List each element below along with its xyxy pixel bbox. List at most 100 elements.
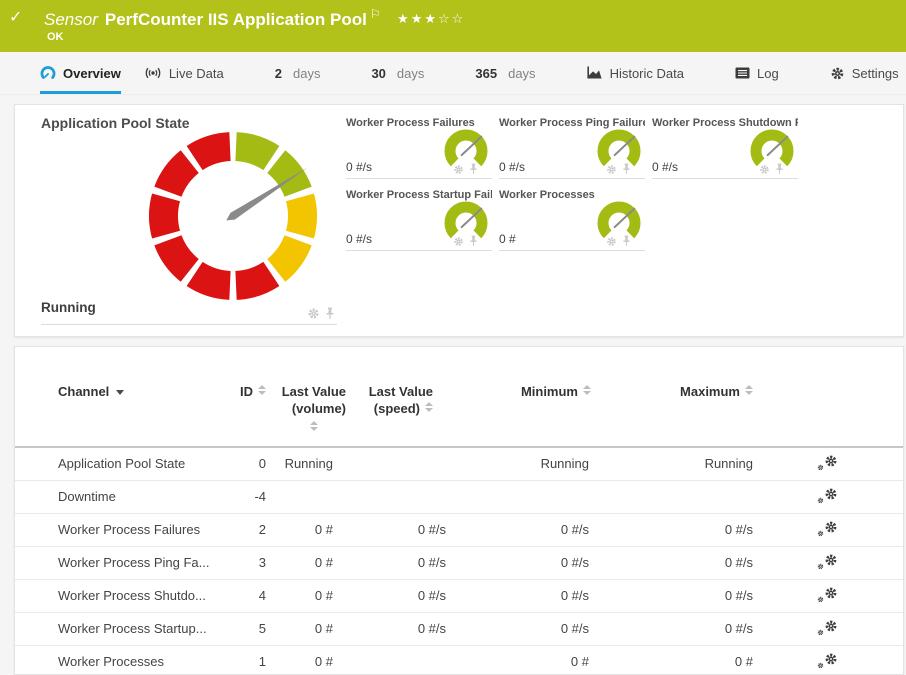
table-row: Worker Process Shutdo... 4 0 # 0 #/s 0 #… — [15, 579, 903, 612]
channel-settings-gears-icon[interactable] — [817, 454, 838, 471]
last-value-speed — [346, 645, 446, 675]
maximum-value: Running — [591, 447, 753, 480]
channel-pin-icon[interactable] — [469, 235, 478, 247]
col-header-last-value-speed[interactable]: Last Value (speed) — [346, 371, 446, 447]
flag-icon[interactable]: ⚐ — [370, 7, 381, 21]
minimum-value: Running — [446, 447, 591, 480]
channel-settings-gears-icon[interactable] — [817, 619, 838, 636]
stars-filled[interactable]: ★★★ — [397, 11, 438, 26]
tab-live-data[interactable]: Live Data — [144, 52, 224, 94]
priority-stars[interactable]: ★★★☆☆ — [397, 11, 465, 26]
channel-pin-icon[interactable] — [775, 163, 784, 175]
mini-value: 0 # — [499, 232, 516, 246]
channel-gear-icon[interactable] — [453, 164, 464, 175]
minimum-value: 0 #/s — [446, 546, 591, 579]
area-chart-icon — [587, 66, 603, 80]
gauges-panel: Application Pool State Running Worker Pr… — [14, 104, 904, 337]
channel-gear-icon[interactable] — [307, 307, 320, 320]
channel-id: 5 — [227, 612, 266, 645]
channel-name[interactable]: Downtime — [15, 480, 227, 513]
tab-365-days[interactable]: 365days — [475, 52, 535, 94]
primary-channel-value: Running — [41, 300, 96, 315]
maximum-value — [591, 480, 753, 513]
channel-settings-gears-icon[interactable] — [817, 586, 838, 603]
page-title: PerfCounter IIS Application Pool — [105, 10, 367, 29]
mini-value: 0 #/s — [346, 160, 372, 174]
last-value-volume: 0 # — [266, 546, 346, 579]
mini-panel-worker-process-shutdown-failures[interactable]: Worker Process Shutdown Fa... 0 #/s — [652, 117, 798, 179]
col-header-last-value-volume[interactable]: Last Value (volume) — [266, 371, 346, 447]
tab-30-days[interactable]: 30days — [371, 52, 424, 94]
minimum-value: 0 # — [446, 645, 591, 675]
maximum-value: 0 #/s — [591, 513, 753, 546]
minimum-value: 0 #/s — [446, 612, 591, 645]
sort-icon — [310, 421, 318, 431]
channel-name[interactable]: Worker Process Startup... — [15, 612, 227, 645]
col-header-id[interactable]: ID — [227, 371, 266, 447]
channel-name[interactable]: Worker Processes — [15, 645, 227, 675]
channel-pin-icon[interactable] — [622, 163, 631, 175]
tab-settings[interactable]: Settings — [830, 52, 899, 94]
channel-id: -4 — [227, 480, 266, 513]
minimum-value — [446, 480, 591, 513]
last-value-volume — [266, 480, 346, 513]
sort-icon — [425, 402, 433, 412]
channel-id: 4 — [227, 579, 266, 612]
channel-name[interactable]: Application Pool State — [15, 447, 227, 480]
status-badge: OK — [47, 31, 64, 43]
col-header-maximum[interactable]: Maximum — [591, 371, 753, 447]
sort-icon — [745, 385, 753, 395]
last-value-speed: 0 #/s — [346, 579, 446, 612]
last-value-speed — [346, 447, 446, 480]
mini-panel-worker-process-ping-failures[interactable]: Worker Process Ping Failures 0 #/s — [499, 117, 645, 179]
primary-channel-footer: Running — [41, 299, 337, 325]
gauge-icon — [40, 65, 56, 81]
minimum-value: 0 #/s — [446, 579, 591, 612]
table-row: Worker Process Failures 2 0 # 0 #/s 0 #/… — [15, 513, 903, 546]
stars-empty[interactable]: ☆☆ — [438, 11, 465, 26]
last-value-volume: 0 # — [266, 579, 346, 612]
mini-value: 0 #/s — [499, 160, 525, 174]
last-value-speed: 0 #/s — [346, 513, 446, 546]
col-header-actions — [753, 371, 903, 447]
status-ok-check-icon: ✓ — [9, 7, 22, 27]
sort-icon — [258, 385, 266, 395]
sort-icon — [583, 385, 591, 395]
tab-bar: Overview Live Data 2days 30days 365days … — [0, 52, 906, 95]
channel-gear-icon[interactable] — [759, 164, 770, 175]
mini-panel-worker-processes[interactable]: Worker Processes 0 # — [499, 189, 645, 251]
channel-settings-gears-icon[interactable] — [817, 487, 838, 504]
channel-gear-icon[interactable] — [453, 236, 464, 247]
application-pool-state-gauge[interactable] — [143, 126, 323, 306]
mini-panel-worker-process-startup-failures[interactable]: Worker Process Startup Failu... 0 #/s — [346, 189, 492, 251]
sensor-kind-label: Sensor — [44, 10, 98, 29]
channel-gear-icon[interactable] — [606, 164, 617, 175]
channel-pin-icon[interactable] — [622, 235, 631, 247]
channel-id: 0 — [227, 447, 266, 480]
channels-table: Channel ID Last Value (volume) Last Valu… — [15, 371, 903, 675]
channels-table-panel: Channel ID Last Value (volume) Last Valu… — [14, 346, 904, 675]
col-header-channel[interactable]: Channel — [15, 371, 227, 447]
channel-id: 1 — [227, 645, 266, 675]
tab-historic-data[interactable]: Historic Data — [587, 52, 684, 94]
channel-pin-icon[interactable] — [469, 163, 478, 175]
maximum-value: 0 #/s — [591, 579, 753, 612]
tab-log[interactable]: Log — [735, 52, 779, 94]
last-value-volume: 0 # — [266, 612, 346, 645]
last-value-volume: Running — [266, 447, 346, 480]
channel-settings-gears-icon[interactable] — [817, 520, 838, 537]
log-list-icon — [735, 67, 750, 79]
channel-pin-icon[interactable] — [325, 307, 335, 320]
channel-settings-gears-icon[interactable] — [817, 652, 838, 669]
tab-2-days[interactable]: 2days — [275, 52, 321, 94]
col-header-minimum[interactable]: Minimum — [446, 371, 591, 447]
channel-name[interactable]: Worker Process Shutdo... — [15, 579, 227, 612]
mini-panel-worker-process-failures[interactable]: Worker Process Failures 0 #/s — [346, 117, 492, 179]
channel-name[interactable]: Worker Process Failures — [15, 513, 227, 546]
caret-down-icon — [116, 390, 124, 395]
tab-overview[interactable]: Overview — [40, 52, 121, 94]
sensor-header: ✓ Sensor PerfCounter IIS Application Pool… — [0, 0, 906, 52]
channel-name[interactable]: Worker Process Ping Fa... — [15, 546, 227, 579]
channel-gear-icon[interactable] — [606, 236, 617, 247]
channel-settings-gears-icon[interactable] — [817, 553, 838, 570]
